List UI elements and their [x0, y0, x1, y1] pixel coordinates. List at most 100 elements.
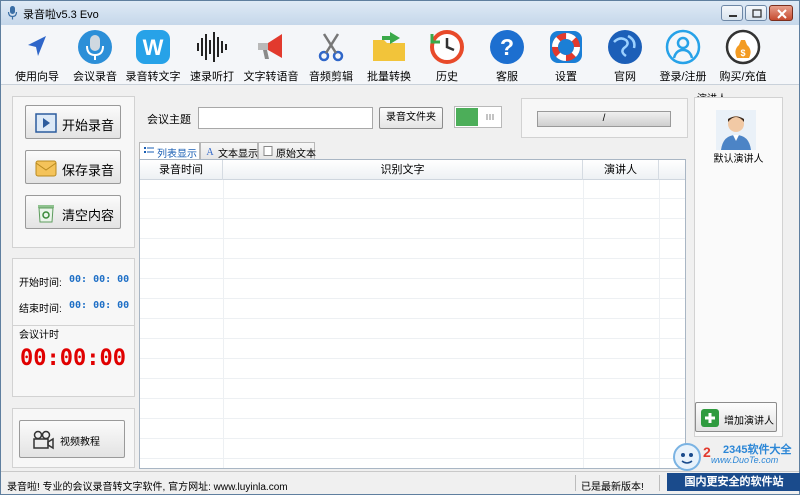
column-header-time[interactable]: 录音时间 — [140, 160, 223, 180]
toolbar-support[interactable]: ? 客服 — [475, 27, 539, 83]
clear-content-label: 清空内容 — [62, 208, 115, 223]
minimize-button[interactable] — [721, 5, 743, 21]
recording-progress-bar: / — [537, 111, 671, 127]
toolbar-audio-edit[interactable]: 音频剪辑 — [299, 27, 363, 83]
meeting-topic-input[interactable] — [198, 107, 373, 129]
toolbar-label: 速录听打 — [190, 71, 234, 83]
toolbar-speech-to-text[interactable]: W 录音转文字 — [121, 27, 185, 83]
toolbar-label: 录音转文字 — [125, 71, 181, 83]
text-icon: A — [206, 147, 214, 156]
user-icon — [665, 29, 701, 65]
navigation-arrow-icon — [28, 36, 46, 56]
close-icon — [777, 9, 787, 19]
column-header-speaker[interactable]: 演讲人 — [583, 160, 659, 180]
status-divider — [575, 475, 576, 491]
history-clock-icon — [430, 30, 464, 64]
add-speaker-button[interactable]: 增加演讲人 — [695, 402, 777, 432]
table-header: 录音时间 识别文字 演讲人 — [140, 160, 685, 180]
toolbar-website[interactable]: 官网 — [593, 27, 657, 83]
meeting-topic-label: 会议主题 — [147, 114, 191, 126]
speaker-panel: 默认演讲人 — [694, 97, 783, 437]
table-gridlines — [140, 180, 685, 468]
speaker-item[interactable]: 默认演讲人 — [697, 102, 780, 165]
tab-label: 原始文本 — [276, 149, 316, 160]
money-bag-icon: $ — [725, 29, 761, 65]
w-letter-icon: W — [136, 30, 170, 64]
record-folder-button[interactable]: 录音文件夹 — [379, 107, 443, 129]
toolbar-label: 客服 — [496, 71, 518, 83]
document-icon — [263, 146, 273, 156]
start-record-label: 开始录音 — [62, 118, 115, 133]
default-speaker-name: 默认演讲人 — [713, 154, 764, 165]
end-time-value: 00: 00: 00 — [69, 300, 130, 311]
column-header-text[interactable]: 识别文字 — [223, 160, 583, 180]
title-bar: 录音啦v5.3 Evo — [1, 1, 799, 25]
save-record-label: 保存录音 — [62, 163, 115, 178]
waveform-icon — [197, 32, 227, 62]
time-info-panel: 开始时间: 00: 00: 00 结束时间: 00: 00: 00 — [12, 258, 135, 328]
svg-text:A: A — [206, 147, 214, 156]
start-record-button[interactable]: 开始录音 — [25, 105, 121, 139]
video-tutorial-panel: 视频教程 — [12, 408, 135, 468]
tab-label: 文本显示 — [218, 149, 258, 160]
close-button[interactable] — [769, 5, 793, 21]
svg-text:2: 2 — [703, 444, 711, 460]
meeting-timer-panel: 会议计时 00:00:00 — [12, 325, 135, 397]
svg-text:$: $ — [740, 48, 745, 58]
video-tutorial-button[interactable]: 视频教程 — [19, 420, 125, 458]
tab-list-view[interactable]: 列表显示 — [139, 142, 200, 160]
toolbar-label: 历史 — [436, 71, 458, 83]
question-icon: ? — [490, 30, 524, 64]
toolbar-label: 官网 — [614, 71, 636, 83]
toolbar-meeting-record[interactable]: 会议录音 — [63, 27, 127, 83]
watermark: 2 2345软件大全 www.DuoTe.com 国内更安全的软件站 — [661, 439, 800, 495]
globe-icon — [608, 30, 642, 64]
tab-raw-text[interactable]: 原始文本 — [258, 142, 316, 160]
start-time-value: 00: 00: 00 — [69, 274, 130, 285]
play-icon — [35, 113, 57, 133]
start-time-label: 开始时间: — [19, 278, 62, 289]
app-microphone-icon — [7, 6, 18, 20]
toolbar-login[interactable]: 登录/注册 — [651, 27, 715, 83]
toggle-grip-icon — [486, 114, 494, 120]
tab-label: 列表显示 — [157, 149, 197, 160]
toolbar-label: 使用向导 — [15, 71, 59, 83]
update-status: 已是最新版本! — [581, 482, 644, 493]
toolbar-guide[interactable]: 使用向导 — [5, 27, 69, 83]
list-icon — [144, 147, 154, 153]
mode-toggle[interactable] — [454, 106, 502, 128]
toolbar-label: 会议录音 — [73, 71, 117, 83]
toolbar-dictation[interactable]: 速录听打 — [180, 27, 244, 83]
end-time-label: 结束时间: — [19, 304, 62, 315]
add-icon — [701, 409, 719, 427]
mascot-logo-icon: 2 — [673, 443, 711, 471]
recycle-bin-icon — [38, 205, 54, 223]
toolbar-settings[interactable]: 设置 — [534, 27, 598, 83]
clear-content-button[interactable]: 清空内容 — [25, 195, 121, 229]
status-divider — [659, 475, 660, 491]
maximize-icon — [752, 9, 762, 18]
video-camera-icon — [33, 430, 54, 450]
toolbar-label: 设置 — [555, 71, 577, 83]
save-record-button[interactable]: 保存录音 — [25, 150, 121, 184]
toolbar-text-to-speech[interactable]: 文字转语音 — [239, 27, 303, 83]
watermark-slogan: 国内更安全的软件站 — [667, 473, 800, 491]
toolbar-history[interactable]: 历史 — [415, 27, 479, 83]
toolbar-label: 音频剪辑 — [309, 71, 353, 83]
toolbar-label: 购买/充值 — [719, 71, 767, 83]
toolbar-batch-convert[interactable]: 批量转换 — [357, 27, 421, 83]
transcript-table: 录音时间 识别文字 演讲人 — [139, 159, 686, 469]
record-controls-panel: 开始录音 保存录音 清空内容 — [12, 96, 135, 248]
timer-caption: 会议计时 — [19, 330, 59, 341]
toolbar-label: 文字转语音 — [243, 71, 299, 83]
megaphone-icon — [258, 34, 282, 59]
window-title: 录音啦v5.3 Evo — [23, 9, 99, 21]
tab-text-view[interactable]: A 文本显示 — [200, 142, 258, 160]
toolbar-purchase[interactable]: $ 购买/充值 — [711, 27, 775, 83]
maximize-button[interactable] — [745, 5, 767, 21]
main-toolbar: 使用向导 会议录音 W 录音转文字 速录听打 文字转语音 音频剪辑 批量转换 历… — [1, 25, 799, 85]
video-tutorial-label: 视频教程 — [60, 437, 100, 448]
folder-arrow-icon — [373, 32, 405, 61]
svg-text:W: W — [143, 35, 164, 60]
lifebuoy-icon — [550, 31, 582, 63]
